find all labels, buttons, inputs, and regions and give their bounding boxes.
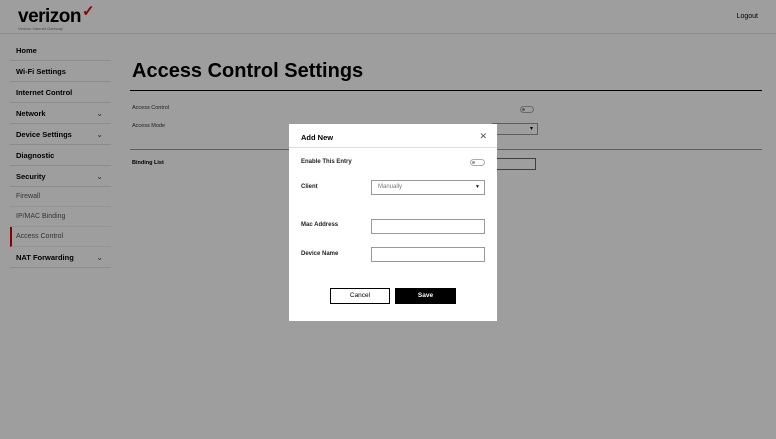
mac-address-input[interactable]	[371, 219, 485, 234]
dialog-divider	[289, 147, 497, 148]
device-name-label: Device Name	[301, 251, 339, 257]
mac-address-label: Mac Address	[301, 222, 339, 228]
add-new-dialog: Add New ✕ Enable This Entry Client Manua…	[289, 124, 497, 321]
client-label: Client	[301, 184, 318, 190]
dialog-title: Add New	[301, 133, 334, 142]
close-icon[interactable]: ✕	[479, 131, 487, 142]
client-select-value: Manually	[378, 184, 403, 190]
client-select[interactable]: Manually ▼	[371, 180, 485, 195]
toggle-knob	[472, 161, 475, 164]
chevron-down-icon: ▼	[475, 184, 480, 190]
device-name-input[interactable]	[371, 247, 485, 262]
cancel-button[interactable]: Cancel	[330, 288, 390, 304]
enable-entry-toggle[interactable]	[470, 159, 485, 166]
enable-entry-label: Enable This Entry	[301, 159, 352, 165]
save-button[interactable]: Save	[395, 288, 456, 304]
app-window: verizon✓ Verizon Internet Gateway Logout…	[0, 0, 776, 439]
